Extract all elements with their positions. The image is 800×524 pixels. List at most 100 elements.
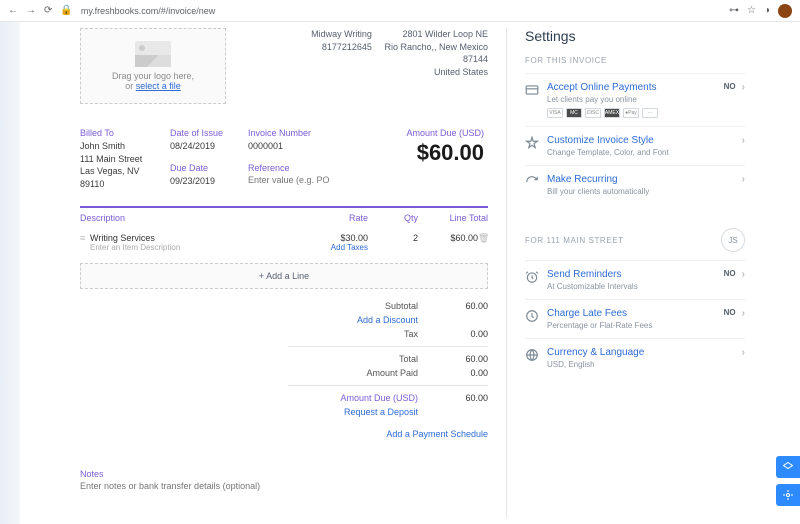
toggle-no-badge: NO — [724, 269, 736, 278]
line-items-header: Description Rate Qty Line Total — [80, 206, 488, 228]
tax-label: Tax — [298, 329, 418, 339]
company-addr2: Rio Rancho,, New Mexico — [384, 41, 488, 54]
chevron-right-icon: › — [742, 269, 745, 280]
due-date-label: Due Date — [170, 163, 244, 173]
add-line-button[interactable]: + Add a Line — [80, 263, 488, 289]
total-label: Total — [298, 354, 418, 364]
amex-icon: AMEX — [604, 108, 620, 118]
lock-icon: 🔒 — [60, 5, 72, 16]
logo-or-label: or select a file — [125, 81, 181, 91]
mastercard-icon: MC — [566, 108, 582, 118]
discover-icon: DISC — [585, 108, 601, 118]
line-item-row[interactable]: ≡ Writing Services Enter an Item Descrip… — [80, 228, 488, 257]
logo-drag-label: Drag your logo here, — [112, 71, 194, 81]
invno-value[interactable]: 0000001 — [248, 140, 332, 153]
invoice-editor: Drag your logo here, or select a file Mi… — [80, 22, 488, 524]
image-placeholder-icon — [135, 41, 171, 67]
issue-date-label: Date of Issue — [170, 128, 244, 138]
chevron-right-icon: › — [742, 174, 745, 185]
billed-to-label: Billed To — [80, 128, 166, 138]
notes-input[interactable] — [80, 481, 488, 491]
total-value: 60.00 — [418, 354, 488, 364]
invno-label: Invoice Number — [248, 128, 332, 138]
palette-icon — [525, 136, 539, 150]
globe-icon — [525, 348, 539, 362]
request-deposit-link[interactable]: Request a Deposit — [298, 407, 418, 417]
logo-select-link[interactable]: select a file — [136, 81, 181, 91]
chevron-right-icon: › — [742, 347, 745, 358]
amount-due-label: Amount Due (USD) — [336, 128, 484, 138]
floating-action-buttons — [776, 456, 800, 506]
add-discount-link[interactable]: Add a Discount — [298, 315, 418, 325]
toggle-no-badge: NO — [724, 82, 736, 91]
paid-value: 0.00 — [418, 368, 488, 378]
add-taxes-link[interactable]: Add Taxes — [308, 243, 368, 252]
drag-handle-icon[interactable]: ≡ — [80, 233, 90, 243]
subtotal-value: 60.00 — [418, 301, 488, 311]
reference-label: Reference — [248, 163, 332, 173]
reload-icon[interactable]: ⟳ — [44, 5, 52, 16]
key-icon[interactable]: ⊶ — [729, 5, 739, 16]
card-icon — [525, 83, 539, 97]
line-item-desc-placeholder[interactable]: Enter an Item Description — [90, 243, 308, 252]
feedback-button[interactable] — [776, 484, 800, 506]
toggle-no-badge: NO — [724, 308, 736, 317]
line-item-qty[interactable]: 2 — [368, 233, 418, 243]
fee-icon — [525, 309, 539, 323]
apple-pay-icon: ●Pay — [623, 108, 639, 118]
back-icon[interactable]: ← — [8, 5, 18, 16]
more-pay-icon: ··· — [642, 108, 658, 118]
chevron-right-icon: › — [742, 82, 745, 93]
issue-date-value[interactable]: 08/24/2019 — [170, 140, 244, 153]
reference-input[interactable] — [248, 175, 332, 185]
help-button[interactable] — [776, 456, 800, 478]
logo-dropzone[interactable]: Drag your logo here, or select a file — [80, 28, 226, 104]
company-country: United States — [384, 66, 488, 79]
line-item-total: $60.00 — [418, 233, 478, 243]
settings-section-client: FOR 111 MAIN STREET — [525, 236, 624, 245]
chevron-right-icon: › — [742, 308, 745, 319]
invoice-totals: Subtotal60.00 Add a Discount Tax0.00 Tot… — [80, 299, 488, 441]
forward-icon[interactable]: → — [26, 5, 36, 16]
setting-late-fees[interactable]: Charge Late Fees Percentage or Flat-Rate… — [525, 299, 745, 338]
visa-icon: VISA — [547, 108, 563, 118]
company-phone[interactable]: 8177212645 — [311, 41, 372, 54]
setting-currency-language[interactable]: Currency & Language USD, English › — [525, 338, 745, 377]
amount-due-total-value: 60.00 — [418, 393, 488, 403]
app-sidebar — [0, 22, 20, 524]
paid-label: Amount Paid — [298, 368, 418, 378]
browser-toolbar: ← → ⟳ 🔒 my.freshbooks.com/#/invoice/new … — [0, 0, 800, 22]
amount-due-value: $60.00 — [336, 140, 484, 166]
chevron-right-icon: › — [742, 135, 745, 146]
amount-due-total-label: Amount Due (USD) — [298, 393, 418, 403]
extension-icon[interactable]: ◑ — [764, 5, 770, 16]
delete-line-icon[interactable]: 🗑 — [478, 233, 488, 244]
line-item-rate[interactable]: $30.00 — [308, 233, 368, 243]
star-icon[interactable]: ☆ — [747, 5, 756, 16]
company-addr1: 2801 Wilder Loop NE — [384, 28, 488, 41]
payment-schedule-link[interactable]: Add a Payment Schedule — [298, 429, 488, 439]
subtotal-label: Subtotal — [298, 301, 418, 311]
alarm-icon — [525, 270, 539, 284]
profile-avatar[interactable] — [778, 4, 792, 18]
line-item-name[interactable]: Writing Services — [90, 233, 308, 243]
settings-panel: Settings FOR THIS INVOICE Accept Online … — [525, 22, 749, 524]
company-zip: 87144 — [384, 53, 488, 66]
settings-title: Settings — [525, 28, 745, 44]
settings-section-invoice: FOR THIS INVOICE — [525, 56, 745, 65]
refresh-icon — [525, 175, 539, 189]
client-initials-badge[interactable]: JS — [721, 228, 745, 252]
due-date-value[interactable]: 09/23/2019 — [170, 175, 244, 188]
setting-online-payments[interactable]: Accept Online Payments Let clients pay y… — [525, 73, 745, 126]
setting-recurring[interactable]: Make Recurring Bill your clients automat… — [525, 165, 745, 204]
billed-to-value[interactable]: John Smith 111 Main Street Las Vegas, NV… — [80, 140, 166, 190]
company-name[interactable]: Midway Writing — [311, 28, 372, 41]
notes-label: Notes — [80, 469, 488, 479]
company-block: Midway Writing 8177212645 2801 Wilder Lo… — [301, 28, 488, 78]
tax-value: 0.00 — [418, 329, 488, 339]
address-bar[interactable]: my.freshbooks.com/#/invoice/new — [81, 6, 721, 16]
setting-reminders[interactable]: Send Reminders At Customizable Intervals… — [525, 260, 745, 299]
invoice-notes: Notes — [80, 469, 488, 492]
payment-method-icons: VISA MC DISC AMEX ●Pay ··· — [547, 108, 718, 118]
setting-invoice-style[interactable]: Customize Invoice Style Change Template,… — [525, 126, 745, 165]
